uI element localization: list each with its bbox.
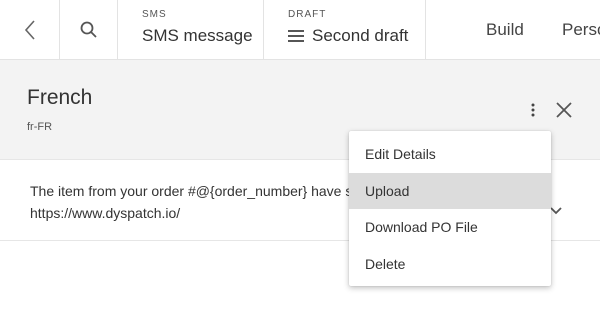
message-text-line2: https://www.dyspatch.io/ — [30, 205, 181, 221]
language-name: French — [27, 86, 93, 109]
menu-item-upload[interactable]: Upload — [349, 172, 551, 209]
back-button[interactable] — [0, 0, 60, 59]
kebab-icon — [531, 103, 535, 117]
sms-section-label: SMS — [142, 9, 167, 20]
sms-section-value: SMS message — [142, 26, 253, 45]
search-button[interactable] — [60, 0, 118, 59]
close-button[interactable] — [553, 99, 575, 121]
more-options-button[interactable] — [523, 100, 543, 120]
close-icon — [556, 102, 572, 118]
tab-perso[interactable]: Perso — [562, 20, 600, 40]
chevron-left-icon — [24, 19, 35, 40]
draft-selector[interactable]: DRAFT Second draft — [264, 0, 426, 59]
draft-row: Second draft — [288, 26, 425, 46]
draft-section-value: Second draft — [312, 26, 409, 45]
draft-section-label: DRAFT — [288, 9, 327, 20]
sms-message-selector[interactable]: SMS SMS message — [118, 0, 264, 59]
menu-item-delete[interactable]: Delete — [349, 246, 551, 283]
options-dropdown-menu: Edit Details Upload Download PO File Del… — [349, 131, 551, 286]
menu-item-edit-details[interactable]: Edit Details — [349, 136, 551, 173]
hamburger-icon — [288, 30, 304, 42]
message-text-line1: The item from your order #@{order_number… — [30, 183, 361, 199]
tab-build[interactable]: Build — [486, 20, 524, 40]
menu-item-download-po-file[interactable]: Download PO File — [349, 209, 551, 246]
language-code: fr-FR — [27, 121, 53, 133]
search-icon — [80, 21, 97, 38]
